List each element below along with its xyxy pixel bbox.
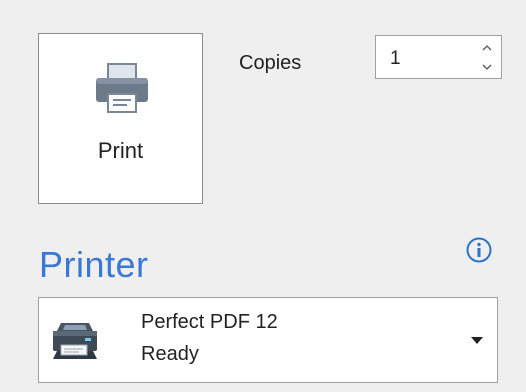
printer-select[interactable]: Perfect PDF 12 Ready [38,297,498,383]
copies-value[interactable]: 1 [390,48,401,70]
print-label: Print [97,138,144,163]
chevron-up-icon[interactable] [480,41,494,55]
printer-heading: Printer [39,244,149,285]
copies-label: Copies [239,52,302,74]
copies-stepper[interactable]: 1 [375,35,502,79]
printer-name: Perfect PDF 12 [141,311,278,333]
printer-status: Ready [141,343,199,365]
info-icon[interactable] [465,236,493,264]
printer-icon [96,63,148,113]
chevron-down-icon[interactable] [480,60,494,74]
caret-down-icon[interactable] [471,337,483,345]
print-button[interactable]: Print [38,33,203,204]
printer-device-icon [53,323,97,359]
